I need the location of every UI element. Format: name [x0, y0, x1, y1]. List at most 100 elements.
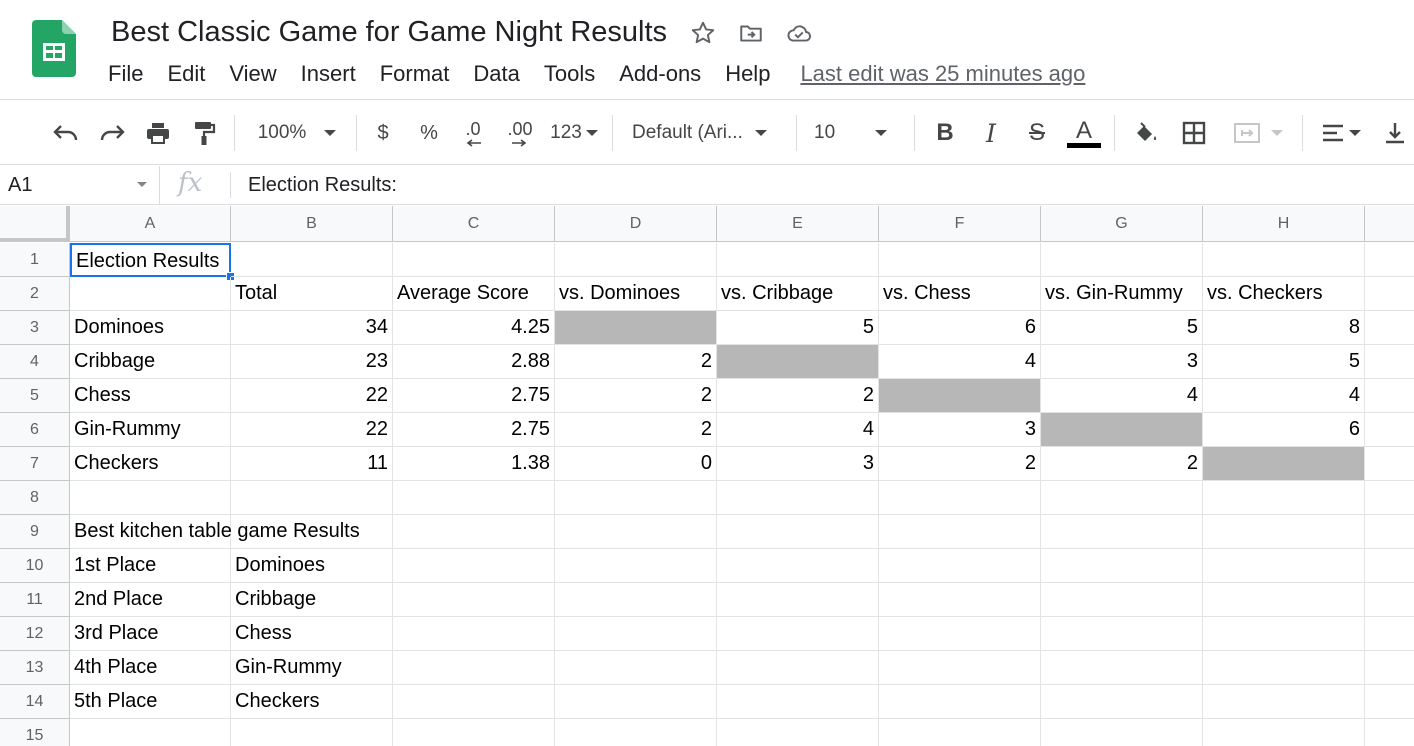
last-edit-link[interactable]: Last edit was 25 minutes ago	[798, 60, 1087, 88]
cell-g5[interactable]: 4	[1041, 379, 1203, 413]
menu-add-ons[interactable]: Add-ons	[607, 60, 713, 88]
cell-partial[interactable]	[1365, 685, 1414, 719]
cell-f12[interactable]	[879, 617, 1041, 651]
cell-h7[interactable]	[1203, 447, 1365, 481]
cell-e14[interactable]	[717, 685, 879, 719]
cell-g11[interactable]	[1041, 583, 1203, 617]
cell-g3[interactable]: 5	[1041, 311, 1203, 345]
cell-partial[interactable]	[1365, 481, 1414, 515]
cell-c15[interactable]	[393, 719, 555, 746]
row-header-15[interactable]: 15	[0, 719, 70, 746]
cell-e3[interactable]: 5	[717, 311, 879, 345]
cell-f3[interactable]: 6	[879, 311, 1041, 345]
cell-f5[interactable]	[879, 379, 1041, 413]
font-family-select[interactable]: Default (Ari...	[632, 117, 784, 149]
cell-e9[interactable]	[717, 515, 879, 549]
cell-c3[interactable]: 4.25	[393, 311, 555, 345]
cell-a14[interactable]: 5th Place	[70, 685, 231, 719]
cell-c5[interactable]: 2.75	[393, 379, 555, 413]
cell-d8[interactable]	[555, 481, 717, 515]
row-header-6[interactable]: 6	[0, 413, 70, 447]
menu-help[interactable]: Help	[713, 60, 782, 88]
cell-a15[interactable]	[70, 719, 231, 746]
cell-f4[interactable]: 4	[879, 345, 1041, 379]
cell-g10[interactable]	[1041, 549, 1203, 583]
cloud-saved-icon[interactable]	[784, 18, 814, 48]
cell-b2[interactable]: Total	[231, 277, 393, 311]
cell-f14[interactable]	[879, 685, 1041, 719]
cell-e12[interactable]	[717, 617, 879, 651]
column-header-c[interactable]: C	[393, 206, 555, 242]
cell-partial[interactable]	[1365, 617, 1414, 651]
cell-h4[interactable]: 5	[1203, 345, 1365, 379]
star-icon[interactable]	[688, 18, 718, 48]
cell-g2[interactable]: vs. Gin-Rummy	[1041, 277, 1203, 311]
cell-a9[interactable]: Best kitchen table game Results	[70, 515, 360, 549]
cell-d10[interactable]	[555, 549, 717, 583]
document-title[interactable]: Best Classic Game for Game Night Results	[111, 14, 667, 50]
cell-d13[interactable]	[555, 651, 717, 685]
cell-h14[interactable]	[1203, 685, 1365, 719]
cell-b15[interactable]	[231, 719, 393, 746]
cell-g6[interactable]	[1041, 413, 1203, 447]
cell-h6[interactable]: 6	[1203, 413, 1365, 447]
row-header-14[interactable]: 14	[0, 685, 70, 719]
menu-insert[interactable]: Insert	[289, 60, 368, 88]
cell-partial[interactable]	[1365, 413, 1414, 447]
cell-e5[interactable]: 2	[717, 379, 879, 413]
cell-d14[interactable]	[555, 685, 717, 719]
redo-icon[interactable]	[96, 117, 128, 149]
bold-button[interactable]: B	[930, 117, 960, 149]
sheets-logo-icon[interactable]	[32, 20, 76, 77]
cell-b1[interactable]	[231, 243, 393, 277]
cell-a11[interactable]: 2nd Place	[70, 583, 231, 617]
vertical-align-icon[interactable]	[1380, 117, 1410, 149]
cell-partial[interactable]	[1365, 379, 1414, 413]
cell-h13[interactable]	[1203, 651, 1365, 685]
cell-f1[interactable]	[879, 243, 1041, 277]
cell-d7[interactable]: 0	[555, 447, 717, 481]
cell-a13[interactable]: 4th Place	[70, 651, 231, 685]
cell-e2[interactable]: vs. Cribbage	[717, 277, 879, 311]
font-size-select[interactable]: 10	[814, 117, 904, 149]
cell-g14[interactable]	[1041, 685, 1203, 719]
cell-g4[interactable]: 3	[1041, 345, 1203, 379]
cell-b10[interactable]: Dominoes	[231, 549, 393, 583]
cell-c11[interactable]	[393, 583, 555, 617]
cell-partial[interactable]	[1365, 719, 1414, 746]
row-header-1[interactable]: 1	[0, 243, 70, 277]
cell-c8[interactable]	[393, 481, 555, 515]
text-color-button[interactable]: A	[1066, 117, 1102, 149]
menu-tools[interactable]: Tools	[532, 60, 607, 88]
cell-b7[interactable]: 11	[231, 447, 393, 481]
cell-partial[interactable]	[1365, 311, 1414, 345]
cell-h5[interactable]: 4	[1203, 379, 1365, 413]
zoom-select[interactable]: 100%	[252, 117, 342, 149]
menu-view[interactable]: View	[217, 60, 288, 88]
merge-cells-icon[interactable]	[1228, 117, 1288, 149]
cell-e11[interactable]	[717, 583, 879, 617]
cell-g1[interactable]	[1041, 243, 1203, 277]
cell-b5[interactable]: 22	[231, 379, 393, 413]
cell-a2[interactable]	[70, 277, 231, 311]
cell-f11[interactable]	[879, 583, 1041, 617]
column-header-e[interactable]: E	[717, 206, 879, 242]
cell-c12[interactable]	[393, 617, 555, 651]
cell-h8[interactable]	[1203, 481, 1365, 515]
percent-format-button[interactable]: %	[416, 117, 442, 149]
row-header-5[interactable]: 5	[0, 379, 70, 413]
cell-a4[interactable]: Cribbage	[70, 345, 231, 379]
cell-a5[interactable]: Chess	[70, 379, 231, 413]
cell-d11[interactable]	[555, 583, 717, 617]
column-header-g[interactable]: G	[1041, 206, 1203, 242]
cell-g8[interactable]	[1041, 481, 1203, 515]
cell-h2[interactable]: vs. Checkers	[1203, 277, 1365, 311]
decrease-decimal-button[interactable]: .0	[458, 117, 488, 149]
cell-partial[interactable]	[1365, 651, 1414, 685]
cell-e15[interactable]	[717, 719, 879, 746]
cell-f6[interactable]: 3	[879, 413, 1041, 447]
cell-b3[interactable]: 34	[231, 311, 393, 345]
row-header-4[interactable]: 4	[0, 345, 70, 379]
cell-e7[interactable]: 3	[717, 447, 879, 481]
fill-color-icon[interactable]	[1130, 117, 1162, 149]
